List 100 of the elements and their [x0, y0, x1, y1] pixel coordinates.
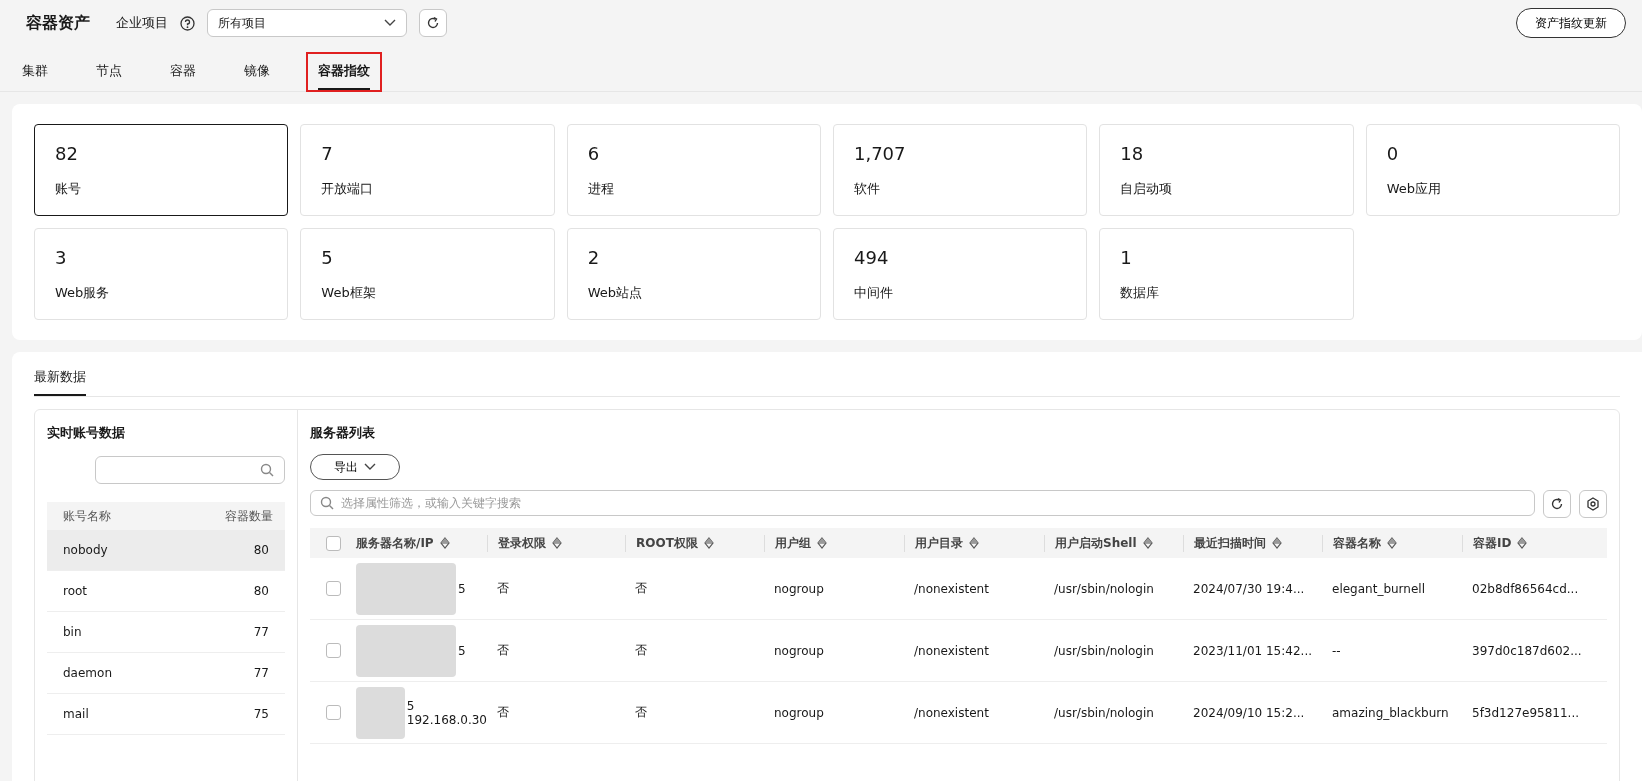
tab[interactable]: 容器 — [158, 52, 208, 92]
stat-label: 软件 — [854, 180, 881, 198]
sort-icon[interactable] — [1517, 537, 1528, 549]
tab[interactable]: 镜像 — [232, 52, 282, 92]
tab[interactable]: 集群 — [10, 52, 60, 92]
table-cell-text: 5f3d127e95811... — [1471, 705, 1580, 720]
column-header: 用户启动Shell — [1055, 534, 1137, 552]
stat-card[interactable]: 0 Web应用 — [1365, 124, 1620, 216]
select-all-checkbox[interactable] — [326, 535, 341, 551]
stat-card[interactable]: 18 自启动项 — [1099, 124, 1354, 216]
container-count: 80 — [253, 543, 269, 557]
stat-label: 进程 — [587, 180, 615, 198]
stat-value: 494 — [854, 247, 890, 268]
refresh-button[interactable] — [1543, 490, 1571, 518]
stat-label: 账号 — [55, 180, 82, 198]
sort-icon[interactable] — [1387, 537, 1397, 549]
chevron-down-icon — [364, 463, 376, 471]
stat-value: 3 — [55, 247, 68, 268]
stat-card[interactable]: 1 数据库 — [1099, 228, 1354, 320]
account-name: bin — [63, 625, 82, 639]
table-cell-text: /nonexistent — [913, 581, 990, 596]
tab[interactable]: 容器指纹 — [306, 52, 382, 92]
column-header: 用户目录 — [915, 534, 963, 552]
column-header: 容器ID — [1473, 534, 1512, 552]
stat-card[interactable]: 1,707 软件 — [833, 124, 1088, 216]
sort-icon[interactable] — [552, 537, 562, 549]
stat-label: Web服务 — [55, 284, 111, 302]
server-name-fragment: 192.168.0.30 — [406, 712, 487, 727]
sort-icon[interactable] — [969, 537, 979, 549]
redaction-blur — [356, 686, 405, 739]
sort-icon[interactable] — [439, 537, 450, 549]
table-cell-text: 397d0c187d602... — [1471, 643, 1583, 658]
stat-label: 中间件 — [854, 284, 894, 302]
chevron-down-icon — [384, 19, 396, 27]
container-count: 77 — [253, 625, 269, 639]
table-cell-text: /nonexistent — [913, 643, 990, 658]
stat-card[interactable]: 494 中间件 — [833, 228, 1088, 320]
account-row[interactable]: nobody 80 — [47, 530, 285, 571]
stat-card[interactable]: 6 进程 — [566, 124, 821, 216]
server-name-fragment: 5 — [406, 698, 416, 713]
column-header: 容器名称 — [1333, 534, 1381, 552]
sort-icon[interactable] — [1272, 537, 1282, 549]
server-name-fragment: 5 — [458, 581, 466, 596]
table-cell-text: 2024/07/30 19:4... — [1192, 581, 1306, 596]
stat-value: 82 — [55, 143, 79, 164]
column-header: 用户组 — [775, 534, 811, 552]
table-cell-text: -- — [1331, 643, 1342, 658]
column-header: 登录权限 — [498, 534, 546, 552]
table-cell-text: /usr/sbin/nologin — [1053, 581, 1155, 596]
stat-label: Web站点 — [587, 284, 643, 302]
container-count: 80 — [253, 584, 269, 598]
stat-label: 数据库 — [1120, 284, 1161, 302]
stat-value: 0 — [1386, 143, 1400, 164]
stat-value: 1 — [1120, 247, 1133, 268]
tab[interactable]: 节点 — [84, 52, 134, 92]
section-tab[interactable]: 最新数据 — [34, 368, 86, 396]
table-cell-text: nogroup — [773, 705, 825, 720]
column-header: 容器数量 — [225, 507, 273, 525]
stat-value: 1,707 — [854, 143, 907, 164]
table-cell-text: 2023/11/01 15:42... — [1192, 643, 1313, 658]
table-cell-text: 否 — [496, 642, 510, 659]
sort-icon[interactable] — [1142, 537, 1153, 549]
update-fingerprint-button[interactable]: 资产指纹更新 — [1516, 8, 1626, 38]
settings-icon — [1586, 497, 1600, 511]
sort-icon[interactable] — [817, 537, 827, 549]
project-select[interactable]: 所有项目 — [207, 9, 407, 37]
stat-label: 开放端口 — [321, 180, 375, 198]
stat-value: 2 — [587, 247, 601, 268]
table-cell-text: /nonexistent — [913, 705, 990, 720]
stat-card[interactable]: 2 Web站点 — [566, 228, 821, 320]
account-name: daemon — [63, 666, 112, 680]
row-checkbox[interactable] — [326, 705, 341, 720]
stat-value: 6 — [587, 143, 601, 164]
account-search-field[interactable] — [95, 456, 285, 484]
stat-value: 18 — [1120, 143, 1145, 164]
table-cell-text: 2024/09/10 15:2... — [1192, 705, 1306, 720]
server-name-fragment: 5 — [458, 643, 466, 658]
row-checkbox[interactable] — [326, 643, 341, 658]
sort-icon[interactable] — [703, 537, 714, 549]
refresh-button[interactable] — [419, 9, 447, 37]
accounts-title: 实时账号数据 — [47, 424, 126, 442]
column-header: 账号名称 — [63, 507, 111, 525]
container-count: 77 — [253, 666, 269, 680]
stat-card[interactable]: 3 Web服务 — [34, 228, 289, 320]
table-cell-text: 02b8df86564cd... — [1471, 581, 1580, 596]
table-cell-text: 否 — [496, 704, 510, 721]
help-icon[interactable] — [180, 15, 195, 31]
stat-card[interactable]: 5 Web框架 — [300, 228, 555, 320]
export-button[interactable]: 导出 — [310, 454, 400, 480]
column-header: 最近扫描时间 — [1194, 534, 1266, 552]
row-checkbox[interactable] — [326, 581, 341, 596]
project-label: 企业项目 — [116, 14, 168, 32]
filter-search-field[interactable]: 选择属性筛选，或输入关键字搜索 — [310, 490, 1535, 516]
stat-card[interactable]: 82 账号 — [34, 124, 289, 216]
page-title: 容器资产 — [26, 12, 90, 34]
account-name: root — [63, 584, 88, 598]
settings-button[interactable] — [1579, 490, 1607, 518]
stat-label: Web框架 — [321, 284, 377, 302]
stat-card[interactable]: 7 开放端口 — [300, 124, 555, 216]
table-cell-text: amazing_blackburn — [1331, 705, 1450, 720]
